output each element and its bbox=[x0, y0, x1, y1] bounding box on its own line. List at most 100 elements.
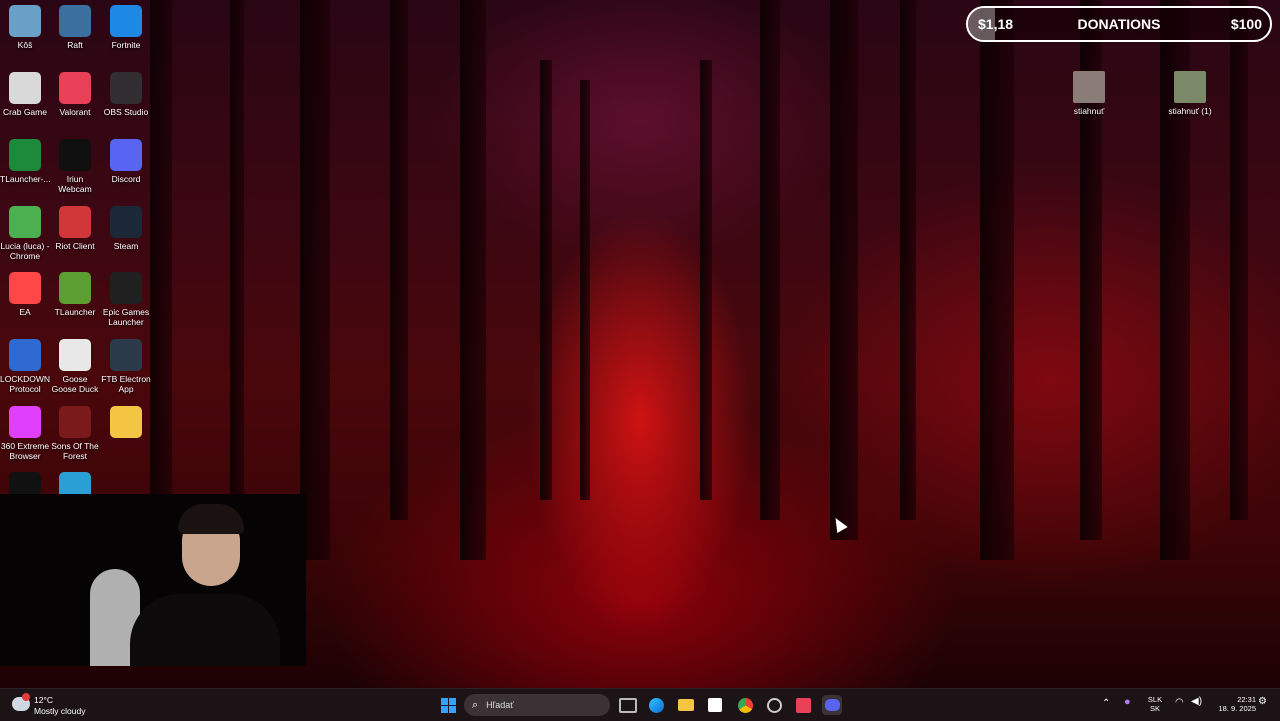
clock-date: 18. 9. 2025 bbox=[1218, 704, 1256, 713]
sons-of-the-forest-icon bbox=[59, 406, 91, 438]
person-hair bbox=[178, 504, 244, 534]
desktop-icon[interactable] bbox=[101, 406, 151, 441]
desktop-icon-label: Lucia (luca) - Chrome bbox=[0, 241, 50, 261]
desktop-icon-label: Kôš bbox=[17, 40, 33, 50]
tree-trunk bbox=[900, 0, 916, 520]
tree-trunk bbox=[300, 0, 330, 560]
search-icon: ⌕ bbox=[472, 698, 479, 711]
taskbar-file-explorer[interactable] bbox=[676, 695, 696, 715]
donations-goal-bar: $1,18 DONATIONS $100 bbox=[966, 6, 1272, 42]
desktop-file-stiahnut[interactable]: stiahnuť bbox=[1064, 71, 1114, 116]
desktop-icon[interactable]: Riot Client bbox=[50, 206, 100, 251]
taskbar-store[interactable] bbox=[705, 695, 725, 715]
desktop-icon[interactable]: Lucia (luca) - Chrome bbox=[0, 206, 50, 261]
chrome-icon bbox=[9, 206, 41, 238]
recycle-bin-icon bbox=[9, 5, 41, 37]
clock-time: 22:31 bbox=[1237, 695, 1256, 704]
desktop-icon[interactable]: Epic Games Launcher bbox=[101, 272, 151, 327]
store-icon bbox=[708, 698, 722, 712]
taskbar: 12°C Mostly cloudy ⌕ Hľadať ⌃ ● SLK SK ◠… bbox=[0, 688, 1280, 721]
desktop-icon-label: Fortnite bbox=[111, 40, 141, 50]
desktop-icon-label: EA bbox=[19, 307, 31, 317]
raft-icon bbox=[59, 5, 91, 37]
lockdown-protocol-icon bbox=[9, 339, 41, 371]
desktop-icon[interactable]: Iriun Webcam bbox=[50, 139, 100, 194]
desktop-icon-label: LOCKDOWN Protocol bbox=[0, 374, 51, 394]
steam-icon bbox=[110, 206, 142, 238]
desktop-icon[interactable]: OBS Studio bbox=[101, 72, 151, 117]
edge-icon bbox=[648, 697, 664, 713]
tree-trunk bbox=[700, 60, 712, 500]
wifi-icon[interactable]: ◠ bbox=[1175, 698, 1184, 708]
tree-trunk bbox=[390, 0, 408, 520]
desktop-icon-label: OBS Studio bbox=[103, 107, 149, 117]
fortnite-icon bbox=[110, 5, 142, 37]
desktop-icon[interactable]: Fortnite bbox=[101, 5, 151, 50]
desktop-icon-label: Raft bbox=[67, 40, 83, 50]
game-face-icon bbox=[110, 406, 142, 438]
desktop-icon[interactable]: EA bbox=[0, 272, 50, 317]
weather-text: Mostly cloudy bbox=[34, 706, 86, 716]
ftb-icon bbox=[110, 339, 142, 371]
start-button[interactable] bbox=[438, 695, 458, 715]
donations-title: DONATIONS bbox=[1077, 16, 1161, 32]
task-view-button[interactable] bbox=[618, 695, 638, 715]
desktop-icon[interactable]: 360 Extreme Browser bbox=[0, 406, 50, 461]
taskbar-valorant[interactable] bbox=[793, 695, 813, 715]
notification-bell-icon[interactable]: ⚙ bbox=[1258, 697, 1267, 707]
microphone-icon[interactable]: ● bbox=[1124, 697, 1131, 708]
windows-logo-icon bbox=[440, 697, 456, 713]
epic-games-icon bbox=[110, 272, 142, 304]
webcam-overlay bbox=[0, 494, 306, 666]
taskbar-steam[interactable] bbox=[764, 695, 784, 715]
show-hidden-icons-button[interactable]: ⌃ bbox=[1102, 699, 1110, 709]
desktop-icon[interactable]: TLauncher-... bbox=[0, 139, 51, 184]
discord-icon bbox=[824, 699, 840, 711]
desktop-icon[interactable]: LOCKDOWN Protocol bbox=[0, 339, 50, 394]
weather-widget[interactable]: 12°C Mostly cloudy bbox=[10, 693, 90, 717]
volume-icon[interactable]: ◀) bbox=[1191, 697, 1202, 707]
chrome-icon bbox=[737, 697, 753, 713]
tree-trunk bbox=[540, 60, 552, 500]
taskbar-search[interactable]: ⌕ Hľadať bbox=[464, 694, 610, 716]
language-indicator[interactable]: SLK SK bbox=[1144, 695, 1166, 713]
tree-trunk bbox=[1230, 0, 1248, 520]
tree-trunk bbox=[760, 0, 780, 520]
search-placeholder: Hľadať bbox=[486, 700, 514, 710]
desktop-icon[interactable]: Sons Of The Forest bbox=[50, 406, 100, 461]
clock[interactable]: 22:31 18. 9. 2025 bbox=[1210, 695, 1256, 713]
desktop-icon[interactable]: Steam bbox=[101, 206, 151, 251]
taskbar-discord[interactable] bbox=[822, 695, 842, 715]
desktop-icon[interactable]: FTB Electron App bbox=[101, 339, 151, 394]
person-shoulders bbox=[130, 594, 280, 666]
weather-temp: 12°C bbox=[34, 695, 53, 705]
desktop-icon[interactable]: Discord bbox=[101, 139, 151, 184]
desktop-icon-label: Valorant bbox=[59, 107, 91, 117]
taskbar-edge[interactable] bbox=[646, 695, 666, 715]
steam-icon bbox=[766, 697, 782, 713]
desktop-icon[interactable]: TLauncher bbox=[50, 272, 100, 317]
ea-icon bbox=[9, 272, 41, 304]
desktop-icon-label: Steam bbox=[113, 241, 139, 251]
desktop-icon-label: Epic Games Launcher bbox=[102, 307, 150, 327]
desktop-icon[interactable]: Crab Game bbox=[0, 72, 50, 117]
desktop-icon[interactable]: Valorant bbox=[50, 72, 100, 117]
valorant-icon bbox=[59, 72, 91, 104]
taskbar-chrome[interactable] bbox=[735, 695, 755, 715]
minecraft-grass-icon bbox=[59, 272, 91, 304]
desktop-icon[interactable]: Raft bbox=[50, 5, 100, 50]
desktop-icon-label: Crab Game bbox=[3, 107, 47, 117]
donations-goal: $100 bbox=[1230, 16, 1262, 32]
desktop-icon[interactable]: Goose Goose Duck bbox=[50, 339, 100, 394]
desktop-icon-label: FTB Electron App bbox=[101, 374, 151, 394]
iriun-webcam-icon bbox=[59, 139, 91, 171]
photo-file-icon bbox=[1073, 71, 1105, 103]
desktop-icon[interactable]: Kôš bbox=[0, 5, 50, 50]
desktop-file-stiahnut-1[interactable]: stiahnuť (1) bbox=[1164, 71, 1216, 116]
360-browser-icon bbox=[9, 406, 41, 438]
riot-client-icon bbox=[59, 206, 91, 238]
tree-trunk bbox=[580, 80, 590, 500]
desktop-icon-label: Riot Client bbox=[55, 241, 95, 251]
desktop-icon-label: TLauncher-... bbox=[0, 174, 51, 184]
tree-trunk bbox=[980, 0, 1014, 560]
